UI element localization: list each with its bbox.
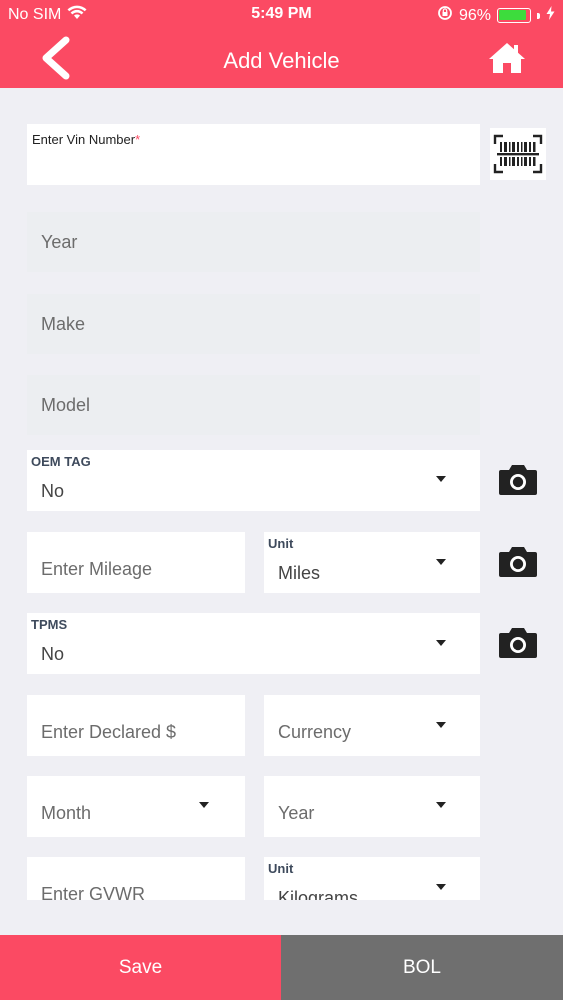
chevron-down-icon bbox=[199, 802, 209, 808]
vin-label: Enter Vin Number* bbox=[32, 132, 140, 147]
battery-cap bbox=[537, 12, 540, 19]
declared-placeholder: Enter Declared $ bbox=[41, 722, 177, 742]
save-button[interactable]: Save bbox=[0, 935, 281, 1000]
oem-tag-select[interactable]: OEM TAG No bbox=[27, 450, 480, 511]
charging-bolt-icon bbox=[546, 6, 555, 25]
chevron-down-icon bbox=[436, 802, 446, 808]
battery-percent: 96% bbox=[458, 6, 491, 24]
chevron-down-icon bbox=[436, 722, 446, 728]
tpms-select[interactable]: TPMS No bbox=[27, 613, 480, 674]
mileage-unit-label: Unit bbox=[268, 536, 294, 551]
declared-value-field[interactable]: Enter Declared $ bbox=[27, 695, 245, 756]
battery-icon bbox=[497, 8, 531, 23]
chevron-down-icon bbox=[436, 884, 446, 890]
tpms-value: No bbox=[41, 644, 65, 664]
currency-select[interactable]: Currency bbox=[264, 695, 480, 756]
year-field[interactable]: Year bbox=[27, 212, 480, 272]
gvwr-unit-select[interactable]: Unit Kilograms bbox=[264, 857, 480, 900]
battery-level bbox=[499, 10, 526, 20]
month-placeholder: Month bbox=[41, 803, 92, 823]
required-mark: * bbox=[135, 132, 141, 147]
year-select[interactable]: Year bbox=[264, 776, 480, 837]
gvwr-unit-value: Kilograms bbox=[278, 888, 359, 900]
mileage-camera-button[interactable] bbox=[498, 544, 538, 578]
tpms-camera-button[interactable] bbox=[498, 625, 538, 659]
home-icon bbox=[489, 43, 525, 73]
camera-icon bbox=[499, 547, 537, 577]
year-select-placeholder: Year bbox=[278, 803, 315, 823]
gvwr-unit-label: Unit bbox=[268, 861, 294, 876]
chevron-down-icon bbox=[436, 559, 446, 565]
mileage-field[interactable]: Enter Mileage bbox=[27, 532, 245, 593]
mileage-unit-select[interactable]: Unit Miles bbox=[264, 532, 480, 593]
camera-icon bbox=[499, 465, 537, 495]
model-field[interactable]: Model bbox=[27, 375, 480, 435]
gvwr-placeholder: Enter GVWR bbox=[41, 884, 146, 900]
year-placeholder: Year bbox=[41, 232, 78, 252]
oem-tag-camera-button[interactable] bbox=[498, 462, 538, 496]
page-title: Add Vehicle bbox=[223, 48, 340, 73]
footer-bar: Save BOL bbox=[0, 935, 563, 1000]
tpms-label: TPMS bbox=[31, 617, 68, 632]
status-bar: No SIM 5:49 PM 96% bbox=[0, 0, 563, 30]
barcode-scan-icon bbox=[493, 134, 543, 174]
currency-placeholder: Currency bbox=[278, 722, 352, 742]
month-select[interactable]: Month bbox=[27, 776, 245, 837]
home-button[interactable] bbox=[487, 40, 527, 76]
model-placeholder: Model bbox=[41, 395, 91, 415]
vin-label-text: Enter Vin Number bbox=[32, 132, 136, 147]
make-field[interactable]: Make bbox=[27, 294, 480, 354]
chevron-down-icon bbox=[436, 476, 446, 482]
bol-button[interactable]: BOL bbox=[281, 935, 563, 1000]
rotation-lock-icon bbox=[437, 5, 453, 26]
footer-spacer bbox=[0, 900, 563, 935]
vehicle-form: Enter Vin Number* Year Make Model OEM TA… bbox=[0, 88, 563, 900]
mileage-placeholder: Enter Mileage bbox=[41, 559, 153, 579]
chevron-down-icon bbox=[436, 640, 446, 646]
vin-field[interactable]: Enter Vin Number* bbox=[27, 124, 480, 185]
oem-tag-label: OEM TAG bbox=[31, 454, 91, 469]
camera-icon bbox=[499, 628, 537, 658]
scan-vin-button[interactable] bbox=[490, 128, 546, 180]
make-placeholder: Make bbox=[41, 314, 86, 334]
oem-tag-value: No bbox=[41, 481, 65, 501]
app-header: No SIM 5:49 PM 96% Add Vehicle bbox=[0, 0, 563, 88]
status-right: 96% bbox=[437, 5, 555, 26]
mileage-unit-value: Miles bbox=[278, 563, 321, 583]
gvwr-field[interactable]: Enter GVWR bbox=[27, 857, 245, 900]
